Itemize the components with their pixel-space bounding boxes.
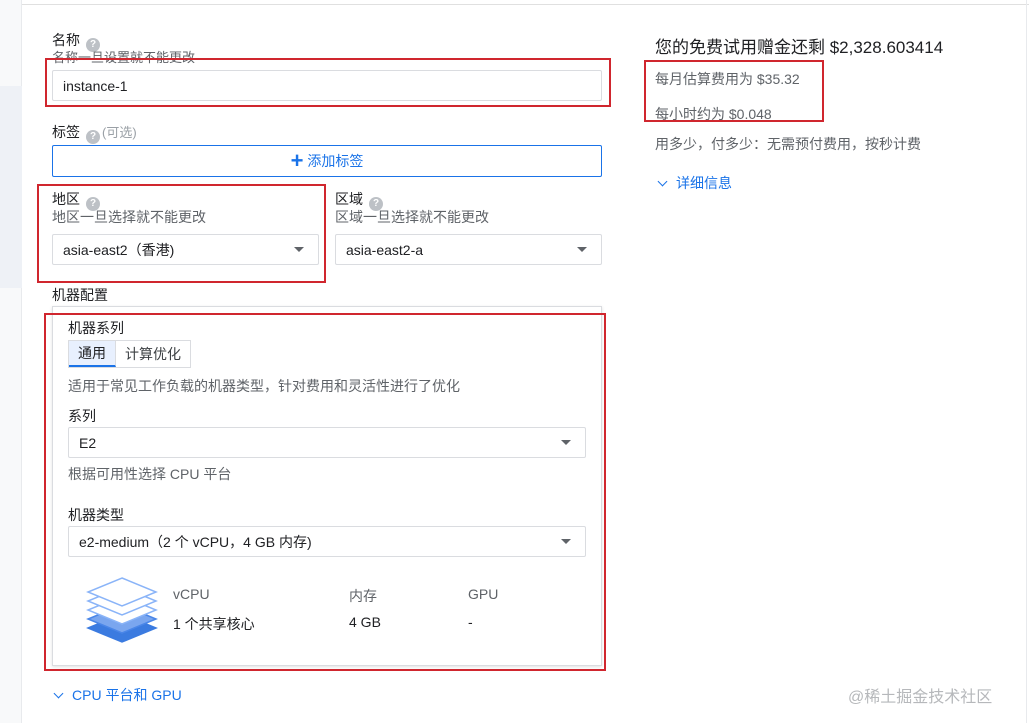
free-trial-credit: 您的免费试用赠金还剩 $2,328.603414	[655, 38, 944, 57]
labels-label-row: 标签? (可选)	[52, 122, 137, 144]
chevron-down-icon	[657, 176, 668, 186]
zone-hint: 区域一旦选择就不能更改	[335, 209, 489, 225]
highlight-box-machine-config	[44, 313, 606, 671]
left-rail	[0, 0, 22, 723]
help-icon[interactable]: ?	[86, 130, 100, 144]
billing-note: 用多少，付多少：无需预付费用，按秒计费	[655, 136, 921, 152]
labels-optional: (可选)	[102, 125, 137, 140]
add-label-text: 添加标签	[307, 153, 364, 169]
zone-select[interactable]: asia-east2-a	[335, 234, 602, 265]
labels-label: 标签	[52, 124, 80, 140]
dropdown-caret-icon	[577, 247, 587, 252]
add-label-button[interactable]: + 添加标签	[52, 145, 602, 177]
highlight-box-name	[45, 58, 611, 107]
cpu-platform-gpu-link-text: CPU 平台和 GPU	[72, 687, 182, 703]
left-rail-highlight	[0, 86, 22, 288]
name-label: 名称	[52, 32, 80, 48]
highlight-box-pricing	[644, 60, 824, 122]
watermark: @稀土掘金技术社区	[848, 689, 993, 706]
zone-label: 区域	[335, 191, 363, 207]
highlight-box-region	[37, 184, 326, 283]
plus-icon: +	[290, 148, 304, 173]
right-divider	[1026, 0, 1027, 723]
chevron-down-icon	[53, 688, 64, 698]
top-divider	[22, 4, 1029, 5]
details-link[interactable]: 详细信息	[657, 173, 732, 193]
details-link-text: 详细信息	[676, 175, 732, 191]
machine-config-title: 机器配置	[52, 287, 108, 303]
zone-select-value: asia-east2-a	[346, 241, 424, 258]
cpu-platform-gpu-link[interactable]: CPU 平台和 GPU	[53, 685, 182, 705]
